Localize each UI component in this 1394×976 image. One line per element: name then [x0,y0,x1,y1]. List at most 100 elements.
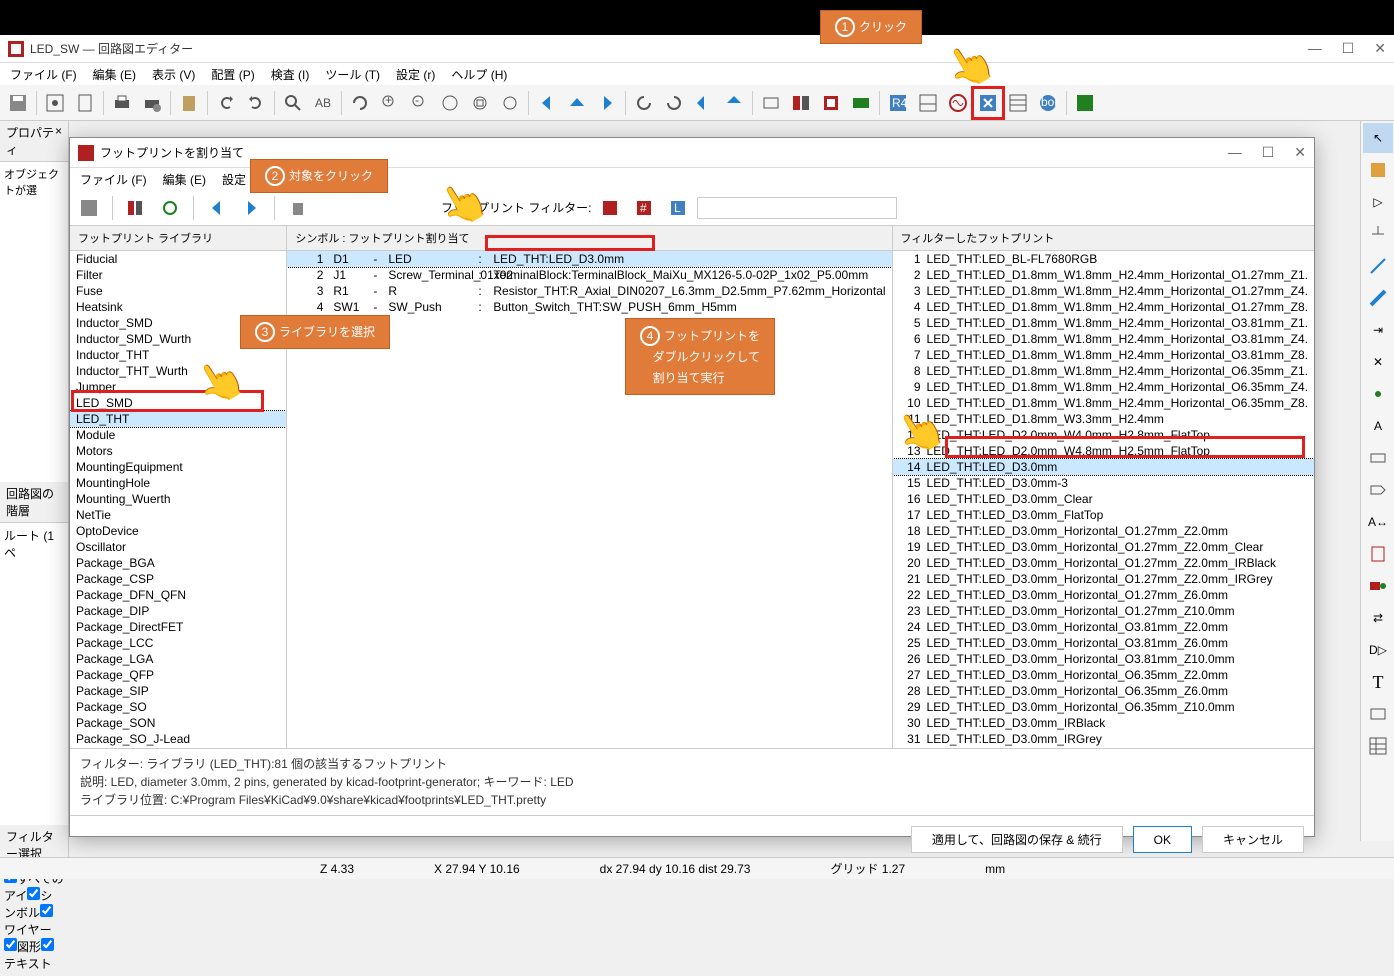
global-label-icon[interactable] [1363,475,1393,505]
fp-row[interactable]: 2LED_THT:LED_D1.8mm_W1.8mm_H2.4mm_Horizo… [893,267,1314,283]
edit-fields-icon[interactable] [1004,89,1032,117]
junction-icon[interactable] [1363,379,1393,409]
filter-pin-icon[interactable]: # [629,193,659,223]
sheet-icon[interactable] [1363,539,1393,569]
fp-row[interactable]: 23LED_THT:LED_D3.0mm_Horizontal_O1.27mm_… [893,603,1314,619]
page-icon[interactable] [71,89,99,117]
menu-item[interactable]: ファイル (F) [4,64,83,85]
dlg-close[interactable]: ✕ [1294,144,1306,161]
maximize-button[interactable]: ☐ [1342,40,1355,57]
sync-icon[interactable]: ⇄ [1363,603,1393,633]
lib-row[interactable]: Oscillator [70,539,286,555]
assign-fp-icon[interactable] [974,89,1002,117]
dlg-maximize[interactable]: ☐ [1262,144,1275,161]
nav-fwd-icon[interactable] [593,89,621,117]
menu-item[interactable]: ヘルプ (H) [445,64,513,85]
fp-row[interactable]: 19LED_THT:LED_D3.0mm_Horizontal_O1.27mm_… [893,539,1314,555]
fp-row[interactable]: 1LED_THT:LED_BL-FL7680RGB [893,251,1314,267]
zoom-obj-icon[interactable] [466,89,494,117]
bom-icon[interactable]: bom [1034,89,1062,117]
print-icon[interactable] [108,89,136,117]
lib-row[interactable]: Fiducial [70,251,286,267]
lib-row[interactable]: Package_SO_J-Lead [70,731,286,747]
fp-row[interactable]: 32LED_THT:LED_D4.0mm [893,747,1314,748]
fp-row[interactable]: 11LED_THT:LED_D1.8mm_W3.3mm_H2.4mm [893,411,1314,427]
lib-row[interactable]: Mounting_Wuerth [70,491,286,507]
cancel-button[interactable]: キャンセル [1202,826,1304,853]
lib-row[interactable]: Package_DIP [70,603,286,619]
lib-row[interactable]: Inductor_THT [70,347,286,363]
lib-icon[interactable] [121,193,151,223]
hier-label-icon[interactable]: A↔ [1363,507,1393,537]
menu-item[interactable]: 編集 (E) [157,169,212,190]
symbol-row[interactable]: 4SW1-SW_Push:Button_Switch_THT:SW_PUSH_6… [287,299,891,315]
mirror-h-icon[interactable] [720,89,748,117]
apply-button[interactable]: 適用して、回路図の保存 & 続行 [911,826,1123,853]
lib-row[interactable]: Package_SIP [70,683,286,699]
fp-row[interactable]: 20LED_THT:LED_D3.0mm_Horizontal_O1.27mm_… [893,555,1314,571]
prev-icon[interactable] [202,193,232,223]
filter-checkbox[interactable]: 図形 [4,940,41,954]
fp-row[interactable]: 30LED_THT:LED_D3.0mm_IRBlack [893,715,1314,731]
lib-row[interactable]: Package_DirectFET [70,619,286,635]
sheet-pin-icon[interactable] [1363,571,1393,601]
filter-input[interactable] [697,197,897,219]
fp-row[interactable]: 25LED_THT:LED_D3.0mm_Horizontal_O3.81mm_… [893,635,1314,651]
menu-item[interactable]: 配置 (P) [205,64,260,85]
fp-row[interactable]: 29LED_THT:LED_D3.0mm_Horizontal_O6.35mm_… [893,699,1314,715]
buffer-icon[interactable]: ▷ [1363,187,1393,217]
menu-item[interactable]: 設定 (r) [390,64,441,85]
lib-row[interactable]: Package_TO_SOT_SMD [70,747,286,748]
fp-row[interactable]: 22LED_THT:LED_D3.0mm_Horizontal_O1.27mm_… [893,587,1314,603]
fp-row[interactable]: 14LED_THT:LED_D3.0mm [893,459,1314,475]
fp-row[interactable]: 9LED_THT:LED_D1.8mm_W1.8mm_H2.4mm_Horizo… [893,379,1314,395]
filter-fp-icon[interactable] [595,193,625,223]
annotate-icon[interactable]: R42 [884,89,912,117]
zoom-fit-icon[interactable] [436,89,464,117]
dlg-minimize[interactable]: — [1228,144,1242,161]
fp-row[interactable]: 31LED_THT:LED_D3.0mm_IRGrey [893,731,1314,747]
text-icon[interactable]: T [1363,667,1393,697]
netclass-icon[interactable] [1363,443,1393,473]
lib-row[interactable]: Package_QFP [70,667,286,683]
browse-icon[interactable] [787,89,815,117]
replace-icon[interactable]: AB [309,89,337,117]
lib-row[interactable]: Package_CSP [70,571,286,587]
fp-row[interactable]: 16LED_THT:LED_D3.0mm_Clear [893,491,1314,507]
redo-icon[interactable] [242,89,270,117]
lib-row[interactable]: NetTie [70,507,286,523]
fp-row[interactable]: 26LED_THT:LED_D3.0mm_Horizontal_O3.81mm_… [893,651,1314,667]
rotate-cw-icon[interactable] [660,89,688,117]
symbol-row[interactable]: 3R1-R:Resistor_THT:R_Axial_DIN0207_L6.3m… [287,283,891,299]
pcb-icon[interactable] [1071,89,1099,117]
fp-row[interactable]: 4LED_THT:LED_D1.8mm_W1.8mm_H2.4mm_Horizo… [893,299,1314,315]
menu-item[interactable]: 検査 (I) [265,64,316,85]
save-icon[interactable] [74,193,104,223]
delete-icon[interactable] [283,193,313,223]
board-icon[interactable] [847,89,875,117]
lib-row[interactable]: Package_SON [70,715,286,731]
next-icon[interactable] [236,193,266,223]
noconnect-icon[interactable]: ✕ [1363,347,1393,377]
lib-row[interactable]: LED_THT [70,411,286,427]
menu-item[interactable]: ツール (T) [319,64,386,85]
symbol-icon[interactable] [757,89,785,117]
fp-row[interactable]: 17LED_THT:LED_D3.0mm_FlatTop [893,507,1314,523]
setup-icon[interactable] [41,89,69,117]
nav-back-icon[interactable] [533,89,561,117]
fp-row[interactable]: 10LED_THT:LED_D1.8mm_W1.8mm_H2.4mm_Horiz… [893,395,1314,411]
lib-row[interactable]: Package_LGA [70,651,286,667]
close-button[interactable]: ✕ [1374,40,1386,57]
lib-row[interactable]: Inductor_THT_Wurth [70,363,286,379]
hier-pin-icon[interactable]: D▷ [1363,635,1393,665]
fp-row[interactable]: 8LED_THT:LED_D1.8mm_W1.8mm_H2.4mm_Horizo… [893,363,1314,379]
zoom-in-icon[interactable]: + [376,89,404,117]
lib-row[interactable]: Fuse [70,283,286,299]
save-icon[interactable] [4,89,32,117]
textbox-icon[interactable] [1363,699,1393,729]
footprint-btn[interactable] [817,89,845,117]
bus-entry-icon[interactable]: ⇥ [1363,315,1393,345]
plot-icon[interactable] [138,89,166,117]
lib-row[interactable]: MountingEquipment [70,459,286,475]
fp-row[interactable]: 3LED_THT:LED_D1.8mm_W1.8mm_H2.4mm_Horizo… [893,283,1314,299]
